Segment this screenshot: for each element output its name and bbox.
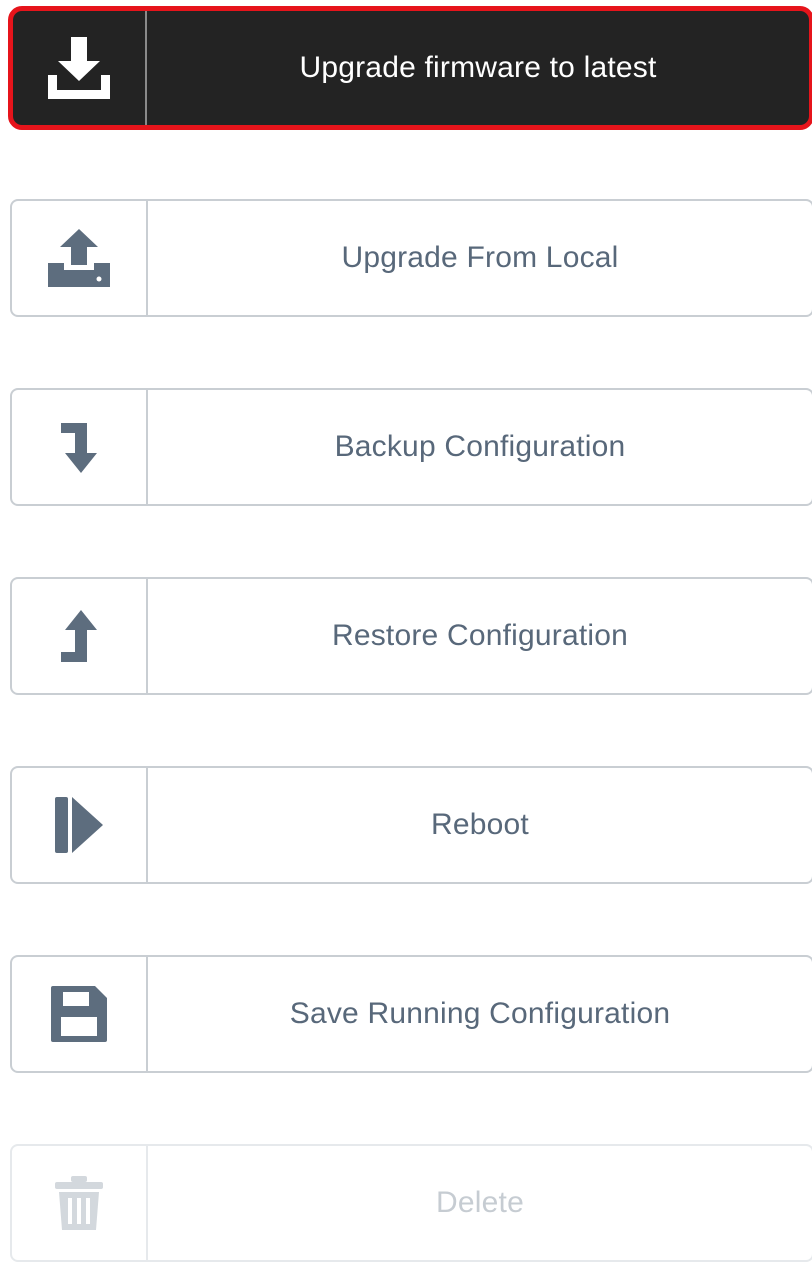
- upgrade-from-local-button[interactable]: Upgrade From Local: [10, 199, 812, 317]
- download-icon: [13, 11, 147, 125]
- save-running-configuration-button[interactable]: Save Running Configuration: [10, 955, 812, 1073]
- delete-button[interactable]: Delete: [10, 1144, 812, 1262]
- upload-icon: [12, 201, 148, 315]
- restore-configuration-button[interactable]: Restore Configuration: [10, 577, 812, 695]
- backup-configuration-button[interactable]: Backup Configuration: [10, 388, 812, 506]
- arrow-down-turn-icon: [12, 390, 148, 504]
- arrow-up-turn-icon: [12, 579, 148, 693]
- reboot-icon: [12, 768, 148, 882]
- restore-configuration-label: Restore Configuration: [331, 619, 629, 652]
- reboot-button[interactable]: Reboot: [10, 766, 812, 884]
- floppy-disk-icon: [12, 957, 148, 1071]
- upgrade-firmware-latest-label: Upgrade firmware to latest: [299, 51, 657, 84]
- trash-icon: [12, 1146, 148, 1260]
- upgrade-from-local-label: Upgrade From Local: [341, 241, 619, 274]
- delete-label: Delete: [436, 1186, 524, 1219]
- reboot-label: Reboot: [431, 808, 529, 841]
- save-running-configuration-label: Save Running Configuration: [289, 997, 671, 1030]
- backup-configuration-label: Backup Configuration: [334, 430, 626, 463]
- upgrade-firmware-latest-button[interactable]: Upgrade firmware to latest: [8, 6, 812, 130]
